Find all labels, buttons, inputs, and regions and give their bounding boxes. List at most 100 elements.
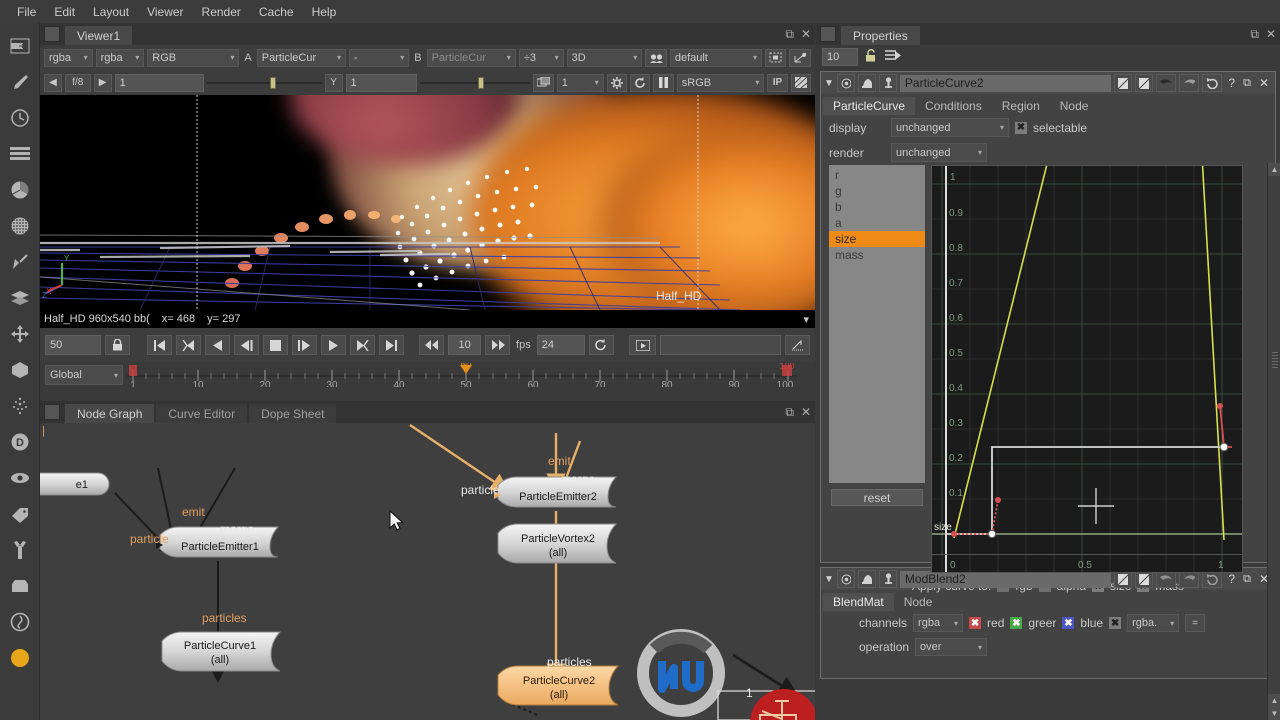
tab-blendmat[interactable]: BlendMat: [823, 593, 894, 611]
gain-increase-button[interactable]: ▶: [93, 73, 112, 92]
tab-node-2[interactable]: Node: [894, 593, 943, 611]
gamma-field[interactable]: 1: [345, 73, 418, 92]
gain-slider[interactable]: [206, 74, 322, 92]
properties-scrollbar[interactable]: ▲ ▲ ▼: [1267, 163, 1280, 720]
tab-curve-editor[interactable]: Curve Editor: [155, 403, 249, 423]
color-picker-icon[interactable]: [878, 570, 897, 588]
channel-item-r[interactable]: r: [829, 167, 925, 183]
tab-properties[interactable]: Properties: [840, 25, 921, 45]
help-icon[interactable]: ?: [1225, 76, 1238, 90]
menu-help[interactable]: Help: [303, 2, 346, 22]
target-icon[interactable]: [836, 74, 855, 92]
tab-particlecurve[interactable]: ParticleCurve: [823, 97, 916, 115]
viewer-input-b-select[interactable]: ParticleCur ▾: [426, 48, 516, 67]
tag-icon[interactable]: [7, 501, 33, 527]
last-frame-icon[interactable]: [378, 335, 404, 355]
gear-icon[interactable]: [606, 73, 628, 92]
menu-viewer[interactable]: Viewer: [138, 2, 192, 22]
viewer-float-icon[interactable]: ⧉: [785, 27, 794, 42]
red-channel-checkbox[interactable]: ✖: [969, 617, 982, 629]
panel1-node-name-field[interactable]: ParticleCurve2: [899, 74, 1112, 92]
render-select[interactable]: unchanged ▾: [891, 143, 987, 162]
ip-button[interactable]: IP: [767, 73, 788, 92]
panel2-node-name-field[interactable]: ModBlend2: [899, 570, 1112, 588]
timeline-scope-select[interactable]: Global ▾: [45, 365, 123, 385]
viewer-proxy-select[interactable]: ÷3 ▾: [518, 48, 564, 67]
viewer-close-icon[interactable]: ✕: [801, 27, 811, 42]
gain-stop-label[interactable]: f/8: [65, 73, 91, 92]
channel-list[interactable]: r g b a size mass: [829, 165, 925, 483]
nodegraph-float-icon[interactable]: ⧉: [785, 405, 794, 420]
viewer-wipe-select[interactable]: - ▾: [348, 48, 410, 67]
tab-region[interactable]: Region: [992, 97, 1050, 115]
plugin-icon[interactable]: [7, 645, 33, 671]
first-frame-icon[interactable]: [147, 335, 173, 355]
menu-edit[interactable]: Edit: [45, 2, 84, 22]
pie-icon[interactable]: [7, 177, 33, 203]
redo-icon[interactable]: [1179, 74, 1200, 92]
viewer-layer-select[interactable]: rgba ▾: [95, 48, 145, 67]
stop-icon[interactable]: [263, 335, 288, 355]
next-keyframe-icon[interactable]: [349, 335, 375, 355]
wrench-icon[interactable]: [7, 537, 33, 563]
clock-icon[interactable]: [7, 105, 33, 131]
channel-item-b[interactable]: b: [829, 199, 925, 215]
move-arrows-icon[interactable]: [7, 321, 33, 347]
roi-icon[interactable]: [764, 48, 787, 67]
nodegraph-close-icon[interactable]: ✕: [801, 405, 811, 420]
scroll-down-button-upper[interactable]: ▲: [1268, 694, 1280, 707]
selectable-checkbox[interactable]: ✖: [1015, 121, 1027, 134]
layers-icon[interactable]: [7, 285, 33, 311]
channel-item-size[interactable]: size: [829, 231, 925, 247]
triangle-down-icon[interactable]: ▼: [824, 574, 834, 585]
undo-icon[interactable]: [1156, 74, 1177, 92]
pause-icon[interactable]: [653, 73, 674, 92]
float-icon[interactable]: ⧉: [1241, 77, 1253, 90]
pane-menu-icon[interactable]: [820, 26, 836, 42]
triangle-down-icon[interactable]: ▼: [824, 78, 834, 89]
green-channel-checkbox[interactable]: ✖: [1010, 617, 1023, 629]
properties-close-icon[interactable]: ✕: [1266, 27, 1276, 42]
tab-dope-sheet[interactable]: Dope Sheet: [248, 403, 338, 423]
login-icon[interactable]: [7, 33, 33, 59]
scroll-down-button[interactable]: ▼: [1268, 707, 1280, 720]
target-icon[interactable]: [836, 570, 855, 588]
particles-icon[interactable]: [7, 393, 33, 419]
prev-keyframe-icon[interactable]: [176, 335, 202, 355]
blue-channel-checkbox[interactable]: ✖: [1062, 617, 1075, 629]
split-b-icon[interactable]: [1135, 74, 1154, 92]
alpha-channel-select[interactable]: rgba. ▾: [1127, 614, 1180, 632]
gain-decrease-button[interactable]: ◀: [44, 73, 62, 92]
pen-icon[interactable]: [7, 69, 33, 95]
split-a-icon[interactable]: [1114, 74, 1133, 92]
buffer-icon[interactable]: [533, 73, 554, 92]
reset-button[interactable]: reset: [831, 489, 923, 506]
timeline-ruler[interactable]: 1 10 20 30 40 50 60 70 80 90 100 50 100: [127, 363, 810, 387]
properties-float-icon[interactable]: ⧉: [1250, 27, 1259, 42]
viewer-input-a-select[interactable]: ParticleCur ▾: [256, 48, 346, 67]
downrez-select[interactable]: 1 ▾: [556, 73, 604, 92]
viewer-channel-select[interactable]: rgba ▾: [44, 48, 93, 67]
mask-icon[interactable]: [857, 570, 876, 588]
close-icon[interactable]: ✕: [1256, 76, 1272, 90]
pane-menu-icon[interactable]: [44, 26, 60, 42]
loop-icon[interactable]: [588, 335, 614, 355]
alpha-channel-checkbox[interactable]: ✖: [1109, 617, 1122, 629]
box-icon[interactable]: [7, 573, 33, 599]
render-icon[interactable]: [629, 335, 657, 355]
eye-icon[interactable]: [7, 465, 33, 491]
deep-icon[interactable]: D: [7, 429, 33, 455]
revert-icon[interactable]: [1202, 74, 1223, 92]
tab-viewer1[interactable]: Viewer1: [64, 25, 134, 45]
channel-item-mass[interactable]: mass: [829, 247, 925, 263]
pane-resize-grip[interactable]: [1272, 350, 1278, 368]
mask-icon[interactable]: [857, 74, 876, 92]
lock-icon[interactable]: [104, 335, 130, 355]
menu-file[interactable]: File: [8, 2, 45, 22]
viewer-3d-select[interactable]: 3D ▾: [566, 48, 643, 67]
refresh-icon[interactable]: [630, 73, 651, 92]
node-graph-canvas[interactable]: e1 ParticleEmitter1 ParticleCurve1 (all): [40, 423, 815, 720]
gamma-slider[interactable]: [420, 74, 531, 92]
help-icon[interactable]: ?: [1225, 572, 1238, 586]
lock-open-icon[interactable]: [864, 48, 879, 66]
